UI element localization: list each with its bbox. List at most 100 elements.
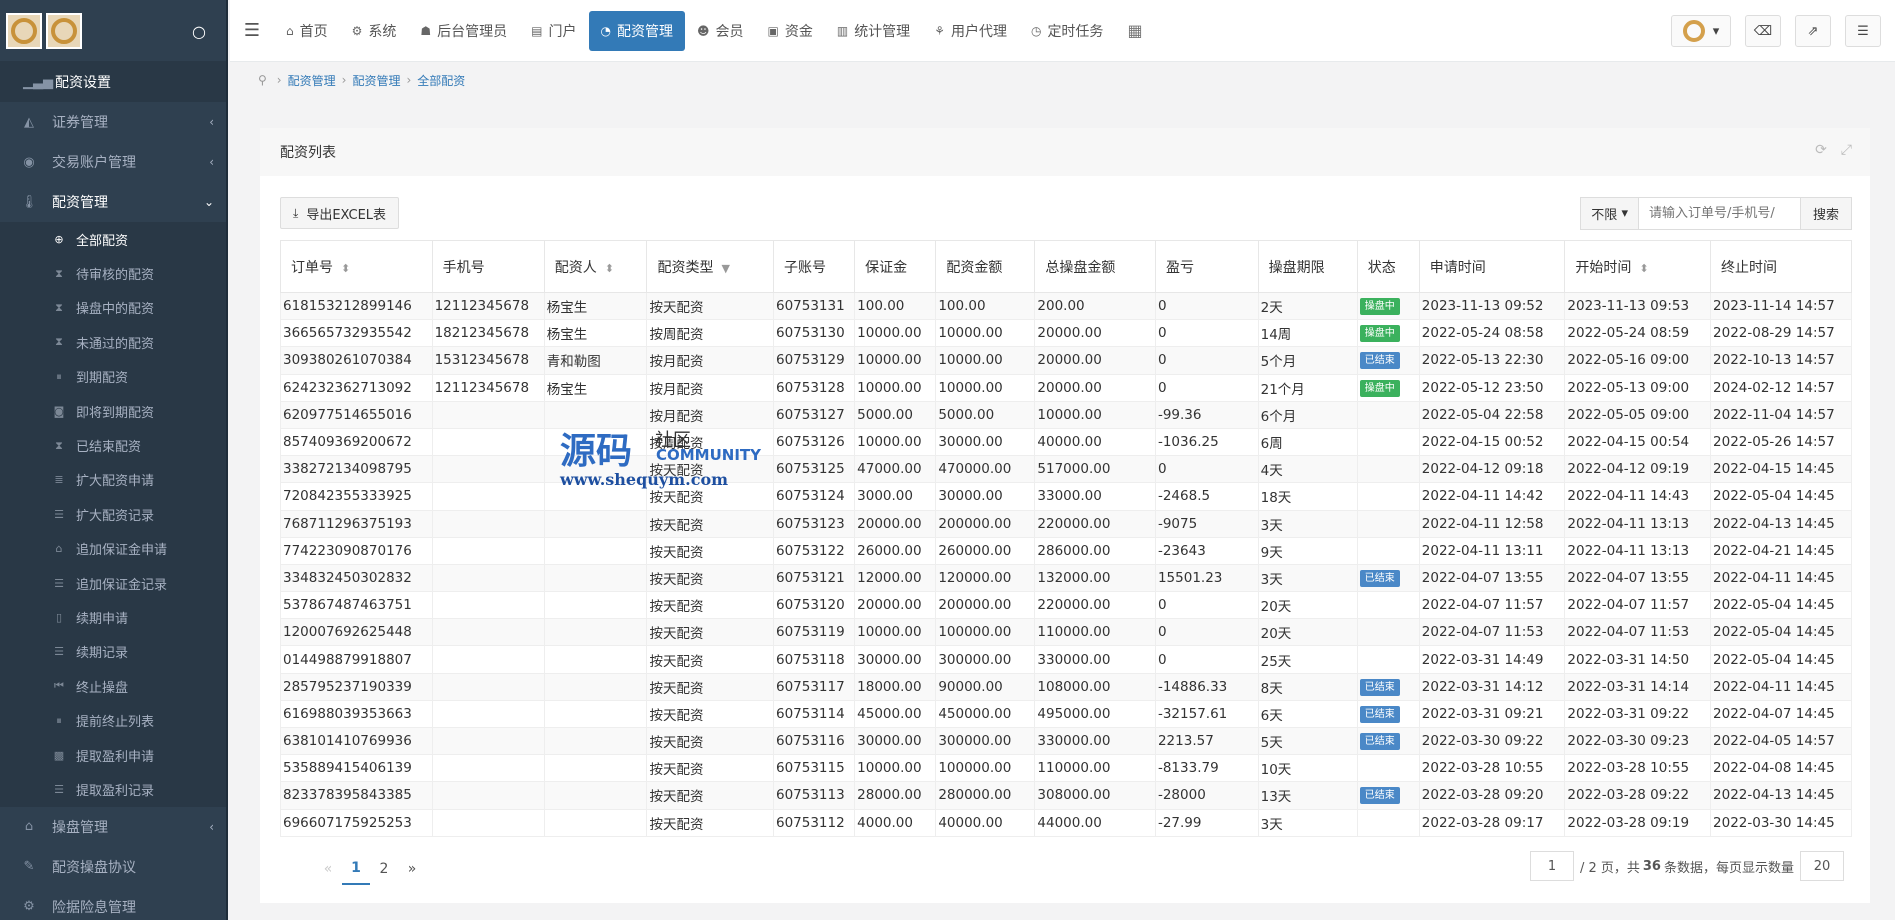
- page-number-input[interactable]: 1: [1529, 851, 1574, 881]
- submenu-item[interactable]: ▯ 续期申请: [0, 600, 226, 634]
- table-row[interactable]: 537867487463751 按天配资 60753120 20000.00 20000…: [280, 591, 1852, 620]
- submenu-item[interactable]: ☰ 提取盈利记录: [0, 772, 226, 806]
- column-header[interactable]: 开始时间 ⬍: [1564, 240, 1712, 293]
- submenu-item[interactable]: ⧗ 待审核的配资: [0, 256, 226, 290]
- table-row[interactable]: 535889415406139 按天配资 60753115 10000.00 10000…: [280, 754, 1852, 783]
- table-row[interactable]: 618153212899146 12112345678 杨宝生 按天配资 6075313…: [280, 292, 1852, 321]
- table-row[interactable]: 334832450302832 按天配资 60753121 12000.00 12000…: [280, 564, 1852, 593]
- column-header[interactable]: 总操盘金额: [1034, 240, 1156, 293]
- sort-icon[interactable]: ⬍: [1639, 262, 1648, 275]
- top-tab[interactable]: ⚙ 系统: [340, 11, 409, 51]
- top-tab[interactable]: ◔ 配资管理: [588, 10, 685, 51]
- table-row[interactable]: 774223090870176 按天配资 60753122 26000.00 26000…: [280, 537, 1852, 565]
- table-row[interactable]: 823378395843385 按天配资 60753113 28000.00 28000…: [280, 781, 1852, 810]
- top-tab[interactable]: ⌂ 首页: [274, 11, 340, 51]
- export-excel-button[interactable]: ⤓ 导出EXCEL表: [280, 197, 400, 229]
- refresh-icon[interactable]: ⟳: [1815, 142, 1827, 158]
- table-row[interactable]: 638101410769936 按天配资 60753116 30000.00 30000…: [280, 727, 1852, 756]
- top-tab[interactable]: ▥ 统计管理: [825, 11, 922, 51]
- table-row[interactable]: 616988039353663 按天配资 60753114 45000.00 45000…: [280, 700, 1852, 729]
- submenu-item[interactable]: ⊕ 全部配资: [0, 222, 226, 256]
- top-tab[interactable]: ☻ 会员: [685, 11, 756, 51]
- fullscreen-icon[interactable]: ⤢: [1841, 142, 1852, 158]
- submenu-item[interactable]: ◙ 即将到期配资: [0, 394, 226, 428]
- submenu-item[interactable]: ≣ 扩大配资申请: [0, 463, 226, 497]
- column-header[interactable]: 订单号 ⬍: [280, 240, 433, 293]
- top-tab[interactable]: ⚘ 用户代理: [922, 11, 1019, 51]
- pagination-next[interactable]: »: [398, 853, 426, 885]
- per-page-input[interactable]: 20: [1800, 851, 1844, 881]
- breadcrumb-item[interactable]: 配资管理: [288, 72, 336, 89]
- top-tab[interactable]: ◷ 定时任务: [1019, 11, 1115, 51]
- user-avatar-dropdown[interactable]: ▾: [1671, 15, 1731, 47]
- pagination-page[interactable]: 2: [370, 853, 398, 885]
- table-row[interactable]: 696607175925253 按天配资 60753112 4000.00 40000.…: [280, 809, 1852, 837]
- top-tab[interactable]: ☗ 后台管理员: [408, 11, 519, 51]
- submenu-item[interactable]: ⏸ 到期配资: [0, 360, 226, 394]
- breadcrumb-item[interactable]: 全部配资: [417, 72, 465, 89]
- submenu-item[interactable]: ⌂ 追加保证金申请: [0, 532, 226, 566]
- filter-select[interactable]: 不限 ▾: [1580, 197, 1639, 230]
- table-row[interactable]: 624232362713092 12112345678 杨宝生 按月配资 6075312…: [280, 374, 1852, 402]
- column-header[interactable]: 保证金: [854, 240, 937, 293]
- column-header[interactable]: 配资金额: [935, 240, 1036, 293]
- table-cell: [544, 537, 648, 565]
- table-cell: 已结束: [1357, 781, 1420, 810]
- submenu-item[interactable]: ⏸ 提前终止列表: [0, 703, 226, 737]
- trash-button[interactable]: ⌫: [1745, 15, 1781, 47]
- submenu-item[interactable]: ☰ 续期记录: [0, 635, 226, 669]
- table-row[interactable]: 309380261070384 15312345678 青和勒图 按月配资 607531…: [280, 346, 1852, 375]
- top-tab[interactable]: ▣ 资金: [756, 11, 825, 51]
- sidebar-item[interactable]: ▁▃▅ 配资设置: [0, 62, 226, 102]
- search-input[interactable]: [1638, 197, 1801, 230]
- sidebar-toggle-button[interactable]: ☰: [1845, 15, 1881, 47]
- column-header[interactable]: 手机号: [431, 240, 545, 293]
- column-header[interactable]: 操盘期限: [1257, 240, 1358, 293]
- grid-icon[interactable]: ▦: [1127, 21, 1142, 40]
- submenu-item[interactable]: ▩ 提取盈利申请: [0, 738, 226, 772]
- sidebar-item[interactable]: ✎ 配资操盘协议: [0, 847, 226, 887]
- hamburger-menu-icon[interactable]: ☰: [230, 20, 274, 41]
- submenu-item[interactable]: ☰ 追加保证金记录: [0, 566, 226, 600]
- submenu-item[interactable]: ⏮ 终止操盘: [0, 669, 226, 703]
- column-header[interactable]: 配资人 ⬍: [543, 240, 648, 293]
- sidebar-item[interactable]: ◭ 证券管理 ‹: [0, 102, 226, 142]
- submenu-item[interactable]: ⧗ 操盘中的配资: [0, 291, 226, 325]
- thermometer-icon: 🌡: [20, 194, 38, 210]
- table-row[interactable]: 285795237190339 按天配资 60753117 18000.00 90000…: [280, 673, 1852, 701]
- pagination-page[interactable]: 1: [342, 853, 370, 885]
- table-cell: 2022-04-15 00:52: [1419, 428, 1566, 457]
- column-header[interactable]: 状态: [1356, 240, 1420, 293]
- external-link-button[interactable]: ⇗: [1795, 15, 1831, 47]
- table-row[interactable]: 720842355333925 按天配资 60753124 3000.00 30000.…: [280, 482, 1852, 511]
- breadcrumb-item[interactable]: 配资管理: [352, 72, 400, 89]
- column-header[interactable]: 盈亏: [1154, 240, 1259, 293]
- table-row[interactable]: 338272134098795 按天配资 60753125 47000.00 47000…: [280, 455, 1852, 484]
- column-header[interactable]: 子账号: [772, 240, 856, 293]
- water-drop-icon[interactable]: ○: [192, 22, 206, 41]
- submenu-item[interactable]: ⧗ 未通过的配资: [0, 325, 226, 359]
- column-header[interactable]: 申请时间: [1418, 240, 1566, 293]
- users-icon: ☻: [696, 23, 710, 38]
- table-row[interactable]: 014498879918807 按天配资 60753118 30000.00 30000…: [280, 645, 1852, 674]
- submenu-item[interactable]: ⧗ 已结束配资: [0, 428, 226, 462]
- sort-icon[interactable]: ⬍: [605, 262, 614, 275]
- table-row[interactable]: 857409369200672 按周配资 60753126 10000.00 30000…: [280, 428, 1852, 457]
- filter-icon[interactable]: ▼: [721, 262, 729, 275]
- sidebar-item[interactable]: 🌡 配资管理 ⌄: [0, 182, 226, 222]
- top-tab[interactable]: ▤ 门户: [519, 11, 588, 51]
- table-row[interactable]: 366565732935542 18212345678 杨宝生 按周配资 6075313…: [280, 319, 1852, 348]
- column-header[interactable]: 终止时间: [1710, 240, 1852, 293]
- column-header[interactable]: 配资类型 ▼: [646, 240, 774, 293]
- sort-icon[interactable]: ⬍: [341, 262, 350, 275]
- table-row[interactable]: 768711296375193 按天配资 60753123 20000.00 20000…: [280, 510, 1852, 538]
- table-row[interactable]: 620977514655016 按月配资 60753127 5000.00 5000.0…: [280, 401, 1852, 429]
- submenu-item[interactable]: ☰ 扩大配资记录: [0, 497, 226, 531]
- sidebar-item[interactable]: ⚙ 险据险息管理: [0, 887, 226, 920]
- sidebar-item[interactable]: ⌂ 操盘管理 ‹: [0, 807, 226, 847]
- pagination-prev[interactable]: «: [314, 853, 342, 885]
- search-button[interactable]: 搜索: [1800, 197, 1852, 230]
- table-row[interactable]: 120007692625448 按天配资 60753119 10000.00 10000…: [280, 618, 1852, 647]
- table-cell: 60753120: [773, 591, 856, 620]
- sidebar-item[interactable]: ◉ 交易账户管理 ‹: [0, 142, 226, 182]
